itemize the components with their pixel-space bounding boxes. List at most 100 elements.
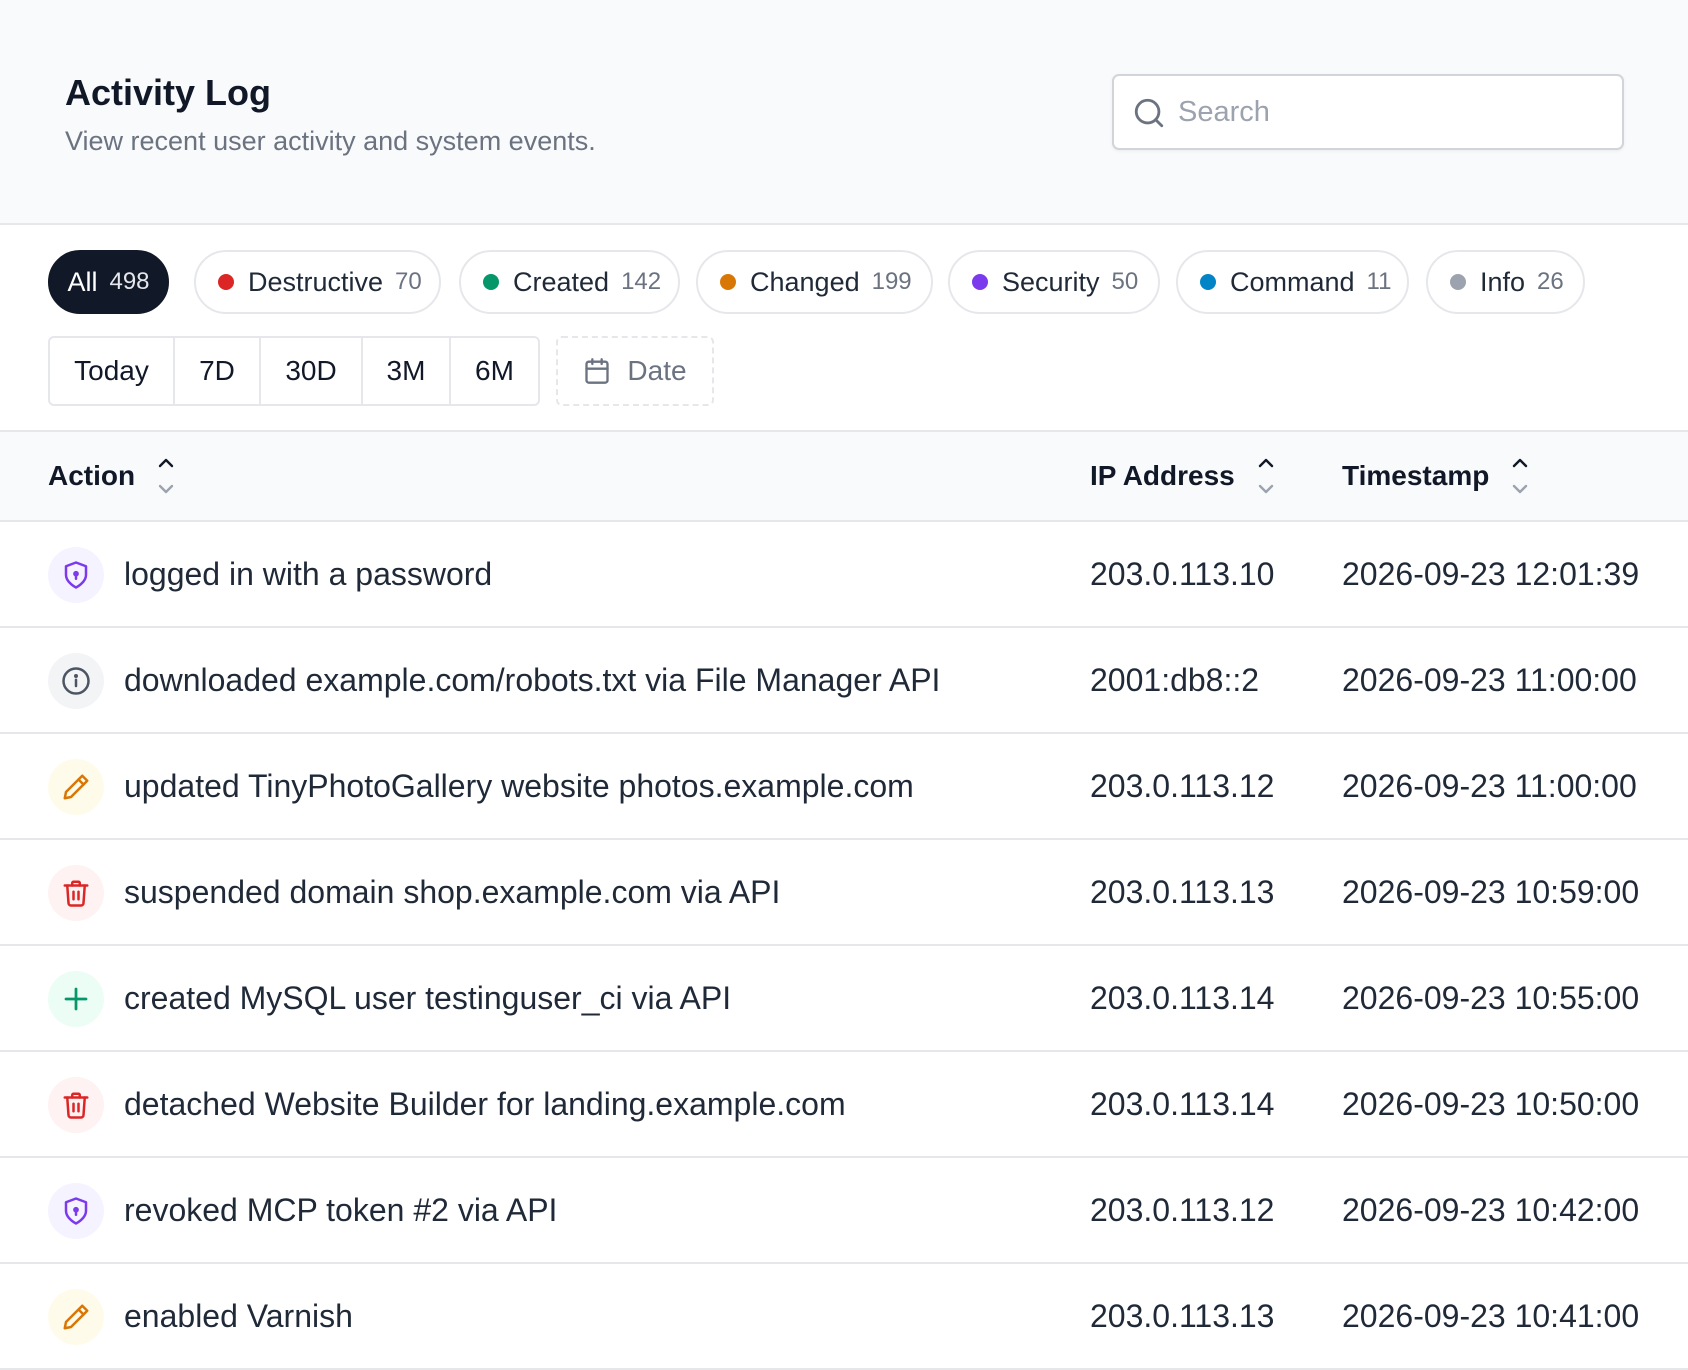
column-header-timestamp[interactable]: Timestamp bbox=[1342, 432, 1529, 520]
ip-address: 203.0.113.10 bbox=[1090, 555, 1275, 592]
timestamp: 2026-09-23 10:42:00 bbox=[1342, 1191, 1640, 1228]
destructive-type-badge bbox=[48, 1077, 104, 1133]
filter-label: All bbox=[67, 266, 98, 297]
table-row[interactable]: downloaded example.com/robots.txt via Fi… bbox=[0, 628, 1688, 734]
trash-icon bbox=[63, 1092, 89, 1119]
timestamp: 2026-09-23 10:50:00 bbox=[1342, 1085, 1640, 1122]
filter-count: 11 bbox=[1366, 268, 1392, 295]
column-label: IP Address bbox=[1090, 460, 1235, 491]
created-type-badge bbox=[48, 971, 104, 1027]
destructive-dot-icon bbox=[218, 274, 234, 290]
calendar-icon bbox=[585, 358, 610, 384]
created-dot-icon bbox=[483, 274, 499, 290]
range-30d-button[interactable]: 30D bbox=[261, 338, 363, 404]
ip-address: 203.0.113.14 bbox=[1090, 979, 1275, 1016]
timestamp: 2026-09-23 10:55:00 bbox=[1342, 979, 1640, 1016]
filter-label: Changed bbox=[750, 266, 860, 297]
ip-address: 203.0.113.12 bbox=[1090, 1191, 1275, 1228]
filter-count: 199 bbox=[871, 268, 912, 295]
sort-icon bbox=[1258, 458, 1273, 494]
table-row[interactable]: updated TinyPhotoGallery website photos.… bbox=[0, 734, 1688, 840]
filter-pill-command[interactable]: Command 11 bbox=[1176, 250, 1409, 314]
column-label: Action bbox=[48, 460, 136, 491]
timestamp: 2026-09-23 11:00:00 bbox=[1342, 661, 1637, 698]
table-row[interactable]: detached Website Builder for landing.exa… bbox=[0, 1052, 1688, 1158]
shield-icon bbox=[64, 1197, 88, 1225]
plus-icon bbox=[64, 987, 88, 1011]
filter-count: 498 bbox=[109, 268, 150, 295]
ip-address: 203.0.113.13 bbox=[1090, 1297, 1275, 1334]
column-header-action[interactable]: Action bbox=[48, 432, 175, 520]
column-header-ip[interactable]: IP Address bbox=[1090, 432, 1275, 520]
timestamp: 2026-09-23 11:00:00 bbox=[1342, 767, 1637, 804]
action-text: revoked MCP token #2 via API bbox=[124, 1191, 558, 1228]
page-title: Activity Log bbox=[65, 72, 272, 113]
filter-pill-changed[interactable]: Changed 199 bbox=[696, 250, 933, 314]
range-6m-button[interactable]: 6M bbox=[451, 338, 538, 404]
changed-type-badge bbox=[48, 1289, 104, 1345]
filter-label: Command bbox=[1230, 266, 1355, 297]
range-3m-button[interactable]: 3M bbox=[363, 338, 451, 404]
timestamp: 2026-09-23 10:59:00 bbox=[1342, 873, 1640, 910]
ip-address: 203.0.113.12 bbox=[1090, 767, 1275, 804]
security-type-badge bbox=[48, 547, 104, 603]
time-range-selector: Today 7D 30D 3M 6M bbox=[48, 336, 540, 406]
search-icon bbox=[1134, 98, 1164, 128]
info-icon bbox=[62, 667, 90, 695]
table-header: Action IP Address Timestamp bbox=[0, 430, 1688, 522]
table-row[interactable]: enabled Varnish 203.0.113.13 2026-09-23 … bbox=[0, 1264, 1688, 1370]
changed-dot-icon bbox=[720, 274, 736, 290]
timestamp: 2026-09-23 10:41:00 bbox=[1342, 1297, 1640, 1334]
ip-address: 203.0.113.13 bbox=[1090, 873, 1275, 910]
page-subtitle: View recent user activity and system eve… bbox=[65, 126, 596, 156]
range-today-button[interactable]: Today bbox=[50, 338, 175, 404]
changed-type-badge bbox=[48, 759, 104, 815]
action-text: downloaded example.com/robots.txt via Fi… bbox=[124, 661, 941, 698]
action-text: updated TinyPhotoGallery website photos.… bbox=[124, 767, 914, 804]
table-row[interactable]: revoked MCP token #2 via API 203.0.113.1… bbox=[0, 1158, 1688, 1264]
filter-count: 142 bbox=[621, 268, 662, 295]
info-dot-icon bbox=[1450, 274, 1466, 290]
action-text: created MySQL user testinguser_ci via AP… bbox=[124, 979, 732, 1016]
ip-address: 203.0.113.14 bbox=[1090, 1085, 1275, 1122]
filter-pill-security[interactable]: Security 50 bbox=[948, 250, 1160, 314]
pencil-icon bbox=[63, 1304, 89, 1330]
filter-count: 26 bbox=[1537, 268, 1564, 295]
action-text: logged in with a password bbox=[124, 555, 493, 592]
search-input[interactable] bbox=[1178, 80, 1608, 144]
table-row[interactable]: suspended domain shop.example.com via AP… bbox=[0, 840, 1688, 946]
filter-label: Security bbox=[1002, 266, 1100, 297]
sort-icon bbox=[158, 458, 174, 494]
trash-icon bbox=[63, 880, 89, 907]
pencil-icon bbox=[63, 774, 89, 800]
destructive-type-badge bbox=[48, 865, 104, 921]
range-7d-button[interactable]: 7D bbox=[175, 338, 261, 404]
page-header: Activity Log View recent user activity a… bbox=[0, 0, 1688, 225]
filter-pill-info[interactable]: Info 26 bbox=[1426, 250, 1585, 314]
filter-count: 70 bbox=[395, 268, 422, 295]
filter-pill-created[interactable]: Created 142 bbox=[459, 250, 680, 314]
filter-label: Created bbox=[513, 266, 610, 297]
table-row[interactable]: created MySQL user testinguser_ci via AP… bbox=[0, 946, 1688, 1052]
ip-address: 2001:db8::2 bbox=[1090, 661, 1260, 698]
action-text: enabled Varnish bbox=[124, 1297, 353, 1334]
date-picker-button[interactable]: Date bbox=[556, 336, 714, 406]
filter-pill-all[interactable]: All 498 bbox=[48, 250, 169, 314]
action-text: detached Website Builder for landing.exa… bbox=[124, 1085, 846, 1122]
security-dot-icon bbox=[972, 274, 988, 290]
sort-icon bbox=[1513, 458, 1528, 494]
filter-pill-destructive[interactable]: Destructive 70 bbox=[194, 250, 441, 314]
security-type-badge bbox=[48, 1183, 104, 1239]
command-dot-icon bbox=[1200, 274, 1216, 290]
filter-label: Destructive bbox=[248, 266, 384, 297]
timestamp: 2026-09-23 12:01:39 bbox=[1342, 555, 1640, 592]
filter-label: Info bbox=[1480, 266, 1526, 297]
column-label: Timestamp bbox=[1342, 460, 1490, 491]
info-type-badge bbox=[48, 653, 104, 709]
search-box[interactable] bbox=[1112, 74, 1624, 150]
shield-icon bbox=[64, 561, 88, 589]
table-row[interactable]: logged in with a password 203.0.113.10 2… bbox=[0, 522, 1688, 628]
action-text: suspended domain shop.example.com via AP… bbox=[124, 873, 781, 910]
filter-count: 50 bbox=[1111, 268, 1139, 295]
date-label: Date bbox=[627, 355, 687, 386]
